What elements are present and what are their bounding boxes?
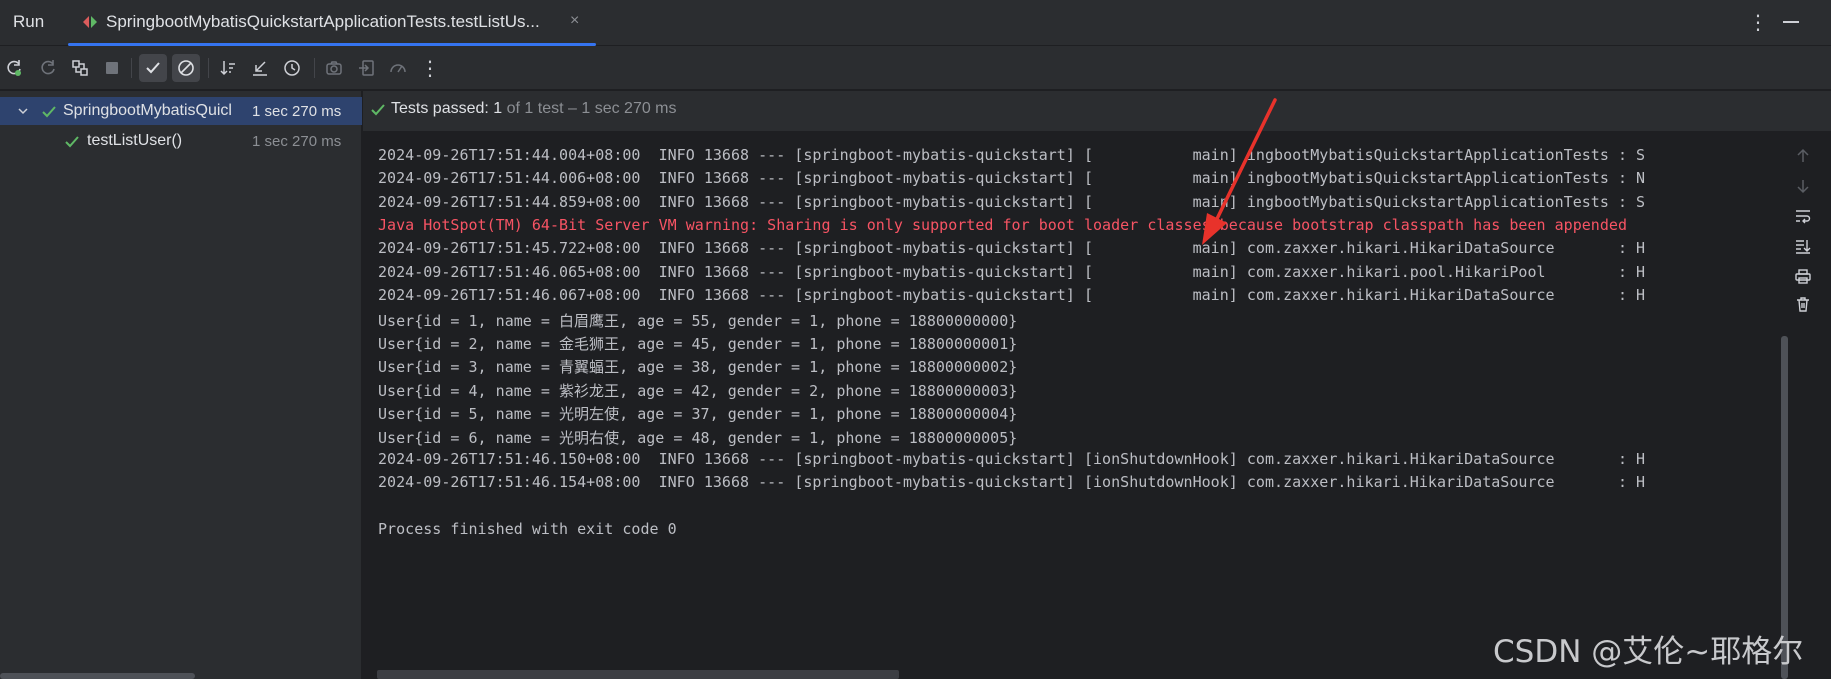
more-toolbar-icon[interactable]: ⋮ [418,56,442,80]
rerun-icon [7,60,21,76]
test-status-bar: Tests passed: 1 of 1 test – 1 sec 270 ms [363,91,1831,131]
console-output[interactable]: :: Spring Boot :: (v3.3.4)2024-09-26T17:… [363,131,1778,679]
console-log-line: Process finished with exit code 0 [378,520,677,539]
rerun-failed-icon [41,60,55,75]
rerun-button[interactable] [2,56,26,80]
tree-item-test-class[interactable]: SpringbootMybatisQuicl 1 sec 270 ms [0,97,362,125]
console-log-line: User{id = 1, name = 白眉鹰王, age = 55, gend… [378,311,1018,330]
tests-passed-detail: of 1 test – 1 sec 270 ms [506,100,677,117]
test-class-label: SpringbootMybatisQuicl [63,102,232,119]
test-results-tree: SpringbootMybatisQuicl 1 sec 270 ms test… [0,91,362,679]
tool-window-titlebar: Run SpringbootMybatisQuickstartApplicati… [0,0,1831,46]
stop-icon [106,62,118,74]
ignored-icon [178,60,194,76]
tree-item-test-method[interactable]: testListUser() 1 sec 270 ms [0,127,362,155]
check-icon [146,62,160,74]
console-log-line: 2024-09-26T17:51:46.067+08:00 INFO 13668… [378,286,1646,305]
scroll-to-end-icon[interactable] [1792,235,1814,257]
rerun-failed-button[interactable] [36,56,60,80]
toggle-auto-test-button[interactable] [68,56,92,80]
test-history-button[interactable] [280,56,304,80]
console-side-toolbar [1778,131,1831,679]
passed-check-icon [369,101,387,124]
console-log-line: 2024-09-26T17:51:46.065+08:00 INFO 13668… [378,262,1646,281]
run-toolbar: ⋮ [0,46,1831,90]
more-options-icon[interactable]: ⋮ [1748,10,1768,35]
minimize-icon[interactable] [1783,21,1799,23]
test-run-icon [82,13,100,31]
close-tab-icon[interactable]: × [570,12,579,30]
toolbar-separator [314,58,315,78]
arrow-up-icon[interactable] [1792,145,1814,167]
passed-check-icon [40,103,58,126]
console-warning-line: Java HotSpot(TM) 64-Bit Server VM warnin… [378,216,1628,234]
print-icon[interactable] [1792,265,1814,287]
console-log-line: 2024-09-26T17:51:44.859+08:00 INFO 13668… [378,192,1646,211]
collapse-icon [253,61,267,76]
console-log-line: User{id = 6, name = 光明右使, age = 48, gend… [378,428,1018,447]
run-tab[interactable]: SpringbootMybatisQuickstartApplicationTe… [68,0,596,46]
console-horizontal-scrollbar[interactable] [377,670,899,679]
console-log-line: User{id = 3, name = 青翼蝠王, age = 38, gend… [378,358,1018,377]
test-class-duration: 1 sec 270 ms [252,103,342,120]
tests-passed-summary: Tests passed: 1 of 1 test – 1 sec 270 ms [391,100,677,118]
toolbar-separator [208,58,209,78]
export-button[interactable] [322,56,346,80]
show-ignored-toggle[interactable] [172,54,200,82]
tests-passed-label: Tests passed: [391,100,489,117]
import-icon [359,60,374,76]
gauge-icon [390,64,406,73]
tests-passed-count: 1 [493,100,503,117]
console-log-line: User{id = 2, name = 金毛狮王, age = 45, gend… [378,335,1018,353]
trash-icon[interactable] [1792,293,1814,315]
console-log-line: 2024-09-26T17:51:46.150+08:00 INFO 13668… [378,450,1646,468]
auto-test-icon [72,60,88,76]
console-log-line: 2024-09-26T17:51:46.154+08:00 INFO 13668… [378,473,1646,492]
console-log-line: 2024-09-26T17:51:45.722+08:00 INFO 13668… [378,239,1646,258]
run-tool-window-title: Run [13,12,45,31]
console-log-line: User{id = 4, name = 紫衫龙王, age = 42, gend… [378,381,1018,400]
soft-wrap-icon[interactable] [1792,205,1814,227]
console-log-line: 2024-09-26T17:51:44.006+08:00 INFO 13668… [378,169,1646,188]
clock-icon [284,60,300,76]
passed-check-icon [63,133,81,156]
chevron-down-icon[interactable] [16,104,30,123]
sort-icon [220,61,235,76]
camera-icon [326,61,342,75]
collapse-all-button[interactable] [248,56,272,80]
test-method-label: testListUser() [87,132,183,149]
stop-button[interactable] [100,56,124,80]
annotation-arrow [1202,98,1277,245]
console-log-line: User{id = 5, name = 光明左使, age = 37, gend… [378,405,1018,424]
watermark: CSDN @艾伦~耶格尔 [1493,634,1804,670]
arrow-down-icon[interactable] [1792,175,1814,197]
show-passed-toggle[interactable] [139,54,167,82]
tree-horizontal-scrollbar[interactable] [0,673,195,679]
run-tab-title: SpringbootMybatisQuickstartApplicationTe… [106,12,540,31]
sort-button[interactable] [216,56,240,80]
import-button[interactable] [355,56,379,80]
test-method-duration: 1 sec 270 ms [252,133,342,150]
toolbar-separator [131,58,132,78]
console-log-line: 2024-09-26T17:51:44.004+08:00 INFO 13668… [378,145,1646,164]
coverage-button[interactable] [386,56,410,80]
